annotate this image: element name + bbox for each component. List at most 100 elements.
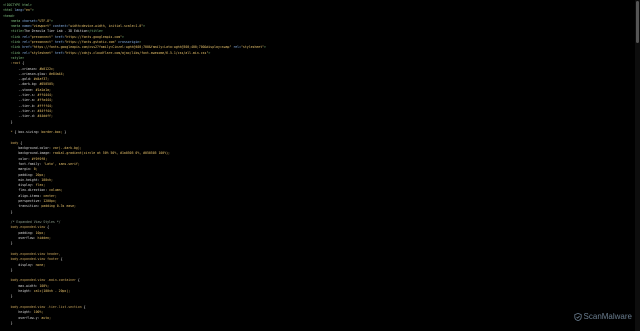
source-token: <link bbox=[10, 45, 23, 50]
source-token: --stone: bbox=[3, 87, 36, 92]
source-token: --tier-b: bbox=[3, 103, 38, 108]
source-token: "preconnect" bbox=[29, 40, 53, 45]
source-token: { bbox=[77, 278, 80, 283]
source-token: #ffa444; bbox=[37, 98, 53, 103]
source-token: body.expanded-view bbox=[3, 225, 48, 230]
source-token: } bbox=[3, 320, 13, 325]
vertical-scrollbar[interactable] bbox=[635, 0, 640, 331]
source-token: </title> bbox=[87, 29, 103, 34]
source-token: lang= bbox=[14, 8, 25, 13]
source-token: display: bbox=[3, 262, 36, 267]
source-token: perspective: bbox=[3, 198, 44, 203]
source-token: 0; bbox=[33, 167, 38, 172]
source-token: { bbox=[20, 140, 23, 145]
source-token: "preconnect" bbox=[29, 34, 53, 39]
source-token: href= bbox=[52, 40, 65, 45]
source-token: <meta bbox=[10, 18, 23, 23]
source-token: 100vh; bbox=[41, 177, 53, 182]
source-token: <link bbox=[10, 40, 23, 45]
source-token: "UTF-8" bbox=[37, 18, 51, 23]
source-token: display: bbox=[3, 183, 36, 188]
source-token bbox=[3, 40, 11, 44]
source-token: } bbox=[3, 294, 13, 299]
watermark: ScanMalware bbox=[573, 313, 632, 321]
source-token: box-sizing: bbox=[18, 130, 42, 135]
source-token: 100%; bbox=[33, 310, 44, 315]
source-token: --crimson-glow: bbox=[3, 71, 50, 76]
source-token: #e84a44; bbox=[49, 71, 65, 76]
source-token: > bbox=[31, 8, 34, 13]
source-token: <!DOCTYPE html> bbox=[3, 3, 32, 7]
source-token: #ff4444; bbox=[37, 93, 53, 98]
source-token: overflow-y: bbox=[3, 315, 42, 320]
source-token: background-image: bbox=[3, 151, 53, 156]
source-token: margin: bbox=[3, 167, 34, 172]
source-token: :root bbox=[3, 61, 23, 66]
source-token: <title> bbox=[10, 29, 25, 34]
source-token: color: bbox=[3, 156, 32, 161]
source-token: height: bbox=[3, 289, 34, 294]
source-token: overflow: bbox=[3, 236, 38, 241]
source-token bbox=[3, 35, 11, 39]
source-token: flex; bbox=[35, 183, 46, 188]
source-token: padding: bbox=[3, 172, 36, 177]
source-token: #f0f0f0; bbox=[31, 156, 48, 161]
source-token: "https://fonts.googleapis.com/css2?famil… bbox=[31, 45, 232, 50]
source-token: "stylesheet" bbox=[29, 50, 53, 55]
source-token: content= bbox=[51, 24, 69, 29]
source-token: #1a1a1a; bbox=[35, 87, 51, 92]
source-token: --tier-s: bbox=[3, 93, 38, 98]
source-token: --crimson: bbox=[3, 66, 40, 71]
source-token bbox=[3, 19, 11, 23]
source-token: --tier-c: bbox=[3, 108, 38, 113]
source-token: crossorigin bbox=[116, 40, 140, 45]
source-token bbox=[3, 51, 11, 55]
source-token: <link bbox=[10, 50, 23, 55]
source-token: padding 0.3s ease; bbox=[41, 204, 76, 209]
source-token: rel= bbox=[231, 45, 242, 50]
source-token: "en" bbox=[24, 8, 32, 13]
source-token: { bbox=[60, 257, 63, 262]
source-token: > bbox=[51, 18, 53, 23]
source-token: 100%; bbox=[39, 283, 50, 288]
source-token: > bbox=[264, 45, 266, 50]
source-token: "viewport" bbox=[31, 24, 52, 29]
source-token: > bbox=[143, 24, 146, 29]
source-token: body bbox=[3, 140, 21, 145]
source-token: #050505; bbox=[39, 82, 55, 87]
source-token: none; bbox=[35, 262, 46, 267]
source-token: transition: bbox=[3, 204, 42, 209]
source-token: body.expanded-view footer bbox=[3, 257, 61, 262]
source-token: name= bbox=[22, 24, 32, 29]
source-token: --gold: bbox=[3, 77, 34, 82]
source-token: > bbox=[208, 50, 211, 55]
shield-scan-icon bbox=[573, 313, 582, 321]
source-token: "https://cdnjs.cloudflare.com/ajax/libs/… bbox=[64, 50, 209, 55]
source-token: background-color: bbox=[3, 146, 53, 151]
source-token: <style> bbox=[10, 55, 25, 60]
source-token: charset= bbox=[22, 18, 38, 23]
source-token: --dark-bg: bbox=[3, 82, 40, 87]
source-token: { bbox=[22, 61, 25, 66]
source-token bbox=[3, 29, 11, 33]
source-token: --tier-a: bbox=[3, 98, 38, 103]
source-token: max-width: bbox=[3, 283, 40, 288]
source-token bbox=[3, 24, 11, 28]
source-line bbox=[3, 326, 634, 331]
source-token: padding: bbox=[3, 230, 36, 235]
source-token: rel= bbox=[22, 40, 30, 45]
source-token: <link bbox=[10, 34, 23, 39]
source-token: body.expanded-view header, bbox=[3, 251, 61, 256]
page-source-view: <!DOCTYPE html> <html lang="en"> <head> <m… bbox=[3, 3, 634, 331]
source-token: > bbox=[139, 40, 142, 45]
source-token: font-family: bbox=[3, 161, 44, 166]
source-token: { bbox=[83, 304, 86, 309]
scrollbar-thumb[interactable] bbox=[636, 1, 639, 43]
source-token: #44ff44; bbox=[37, 108, 53, 113]
source-token: } bbox=[3, 209, 13, 214]
source-token: align-items: bbox=[3, 193, 44, 198]
source-token: auto; bbox=[41, 315, 51, 320]
source-token: "https://fonts.googleapis.com" bbox=[64, 34, 123, 39]
source-token: <html bbox=[3, 8, 15, 13]
source-token: center; bbox=[43, 193, 57, 198]
